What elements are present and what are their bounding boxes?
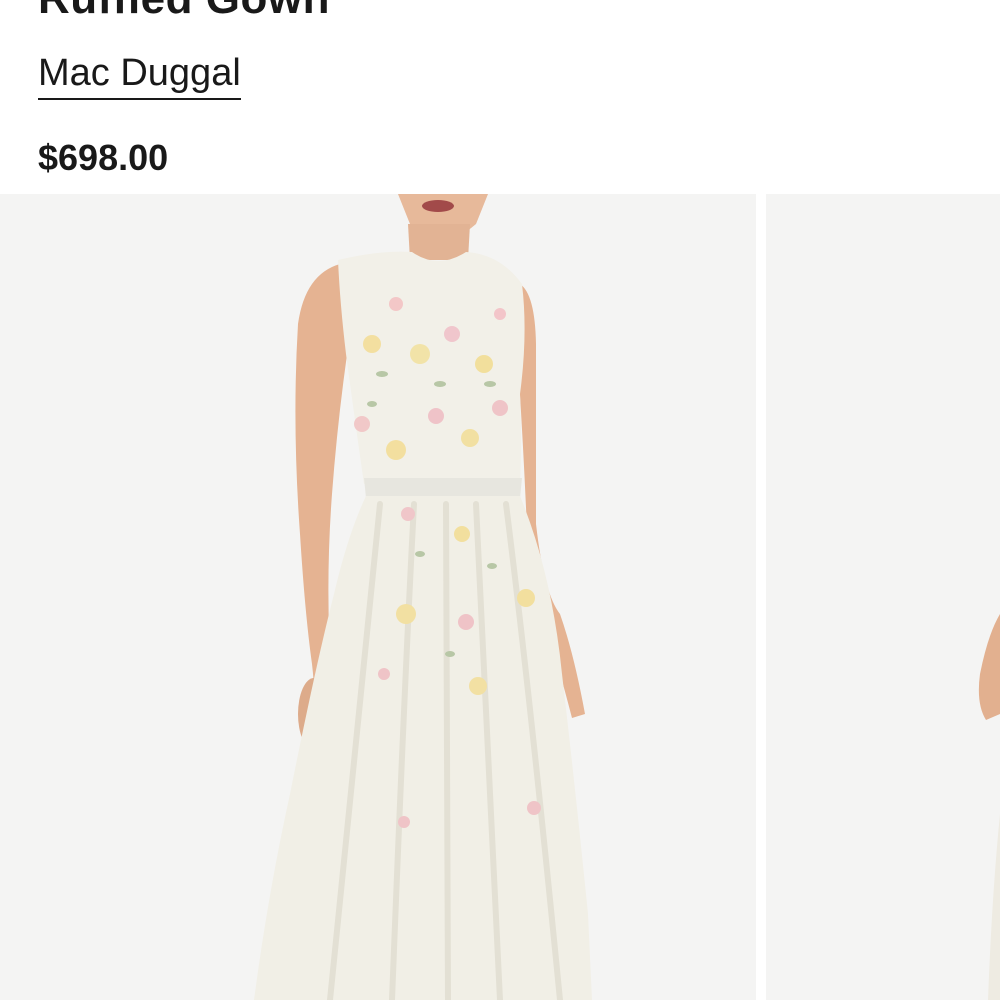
product-price: $698.00	[38, 137, 169, 178]
product-image-front[interactable]	[0, 194, 756, 1000]
image-gallery[interactable]	[0, 194, 1000, 1000]
gown-illustration-next	[978, 614, 1000, 1000]
brand-link[interactable]: Mac Duggal	[38, 50, 241, 100]
product-image-next[interactable]	[766, 194, 1000, 1000]
product-page: Ruffled Gown Mac Duggal $698.00	[0, 0, 1000, 1000]
product-title: Ruffled Gown	[38, 0, 330, 24]
gown-illustration	[254, 194, 592, 1000]
